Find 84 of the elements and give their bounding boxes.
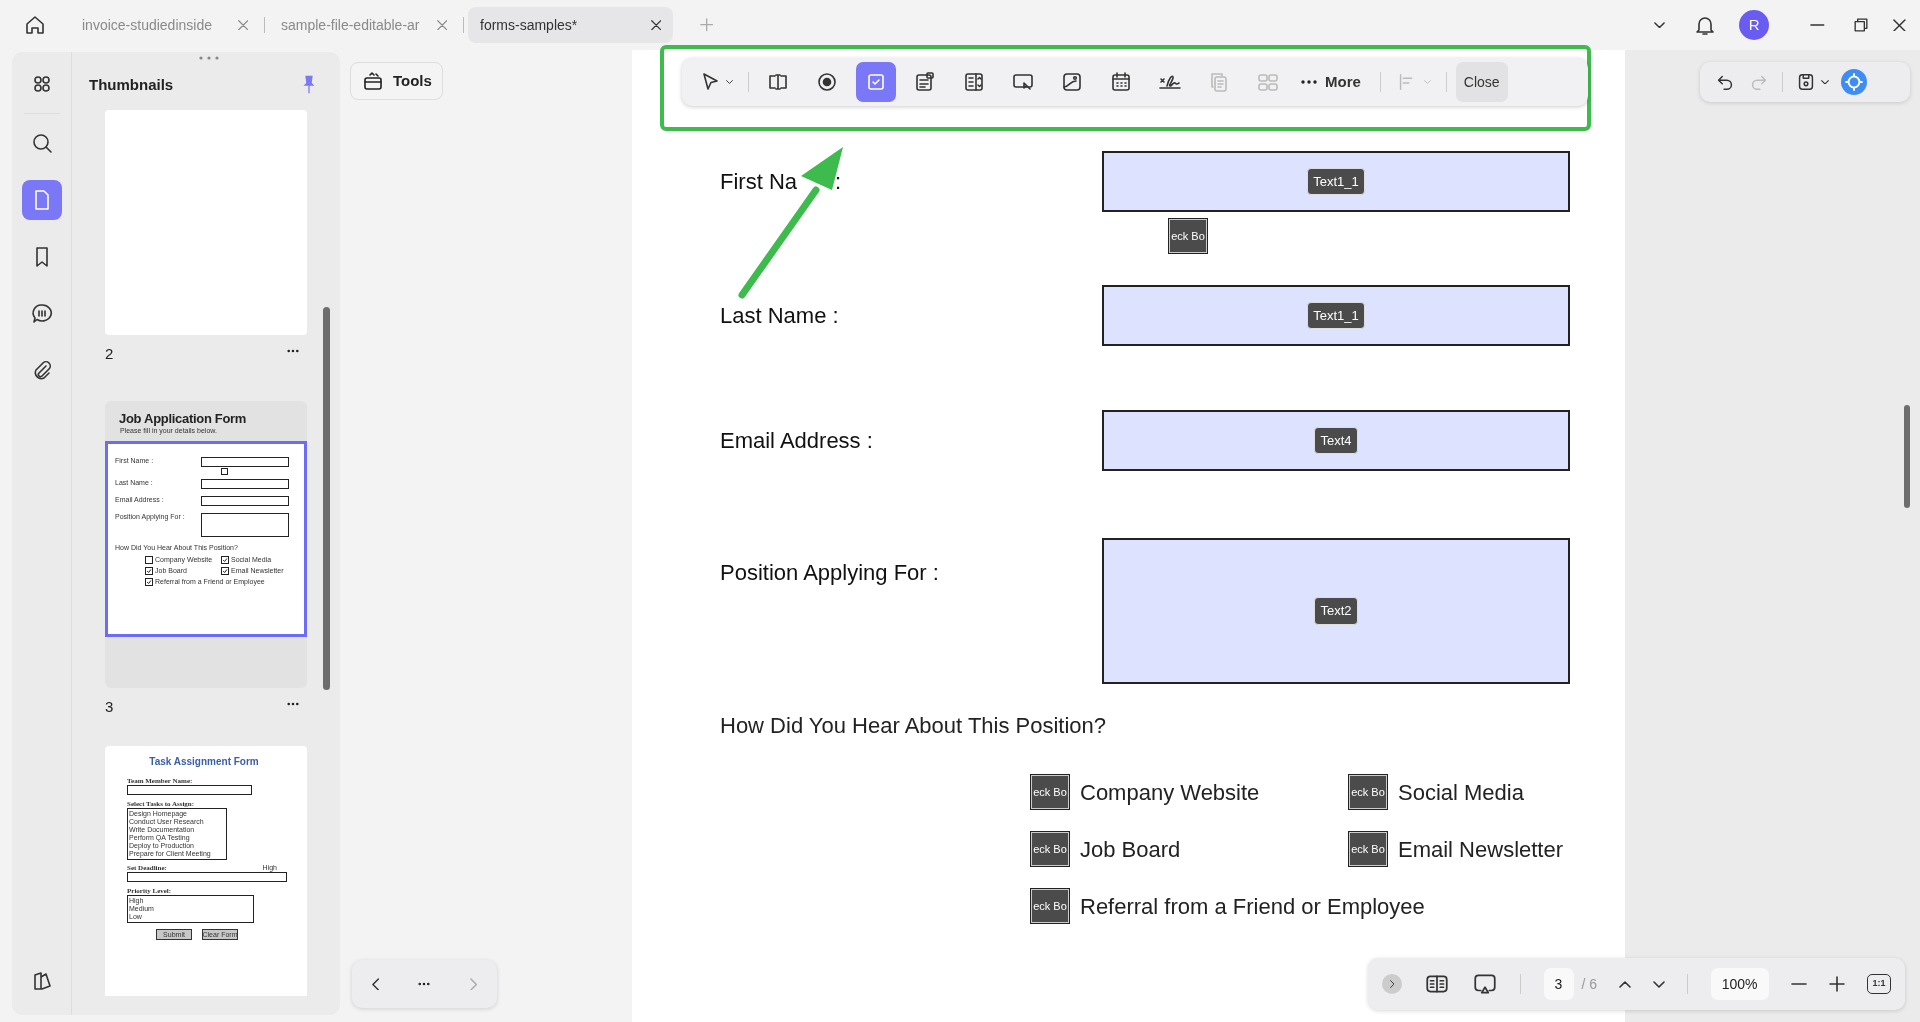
checkbox-field[interactable]: eck Bo — [1030, 831, 1070, 867]
chevron-right-icon — [1389, 979, 1395, 989]
calendar-icon — [1109, 70, 1133, 94]
present-button[interactable] — [1472, 971, 1499, 997]
next-page-button[interactable] — [1653, 980, 1666, 988]
ai-assistant-icon[interactable] — [1841, 69, 1867, 95]
list-box-icon — [962, 70, 986, 94]
tools-button[interactable]: Tools — [350, 62, 443, 100]
question-text: How Did You Hear About This Position? — [720, 712, 1108, 740]
chevron-left-icon — [371, 977, 380, 991]
page-number: 2 — [105, 344, 114, 364]
more-icon[interactable] — [418, 982, 431, 986]
page-input[interactable]: 3 — [1543, 968, 1574, 1000]
plus-icon — [1828, 976, 1845, 992]
page-thumbnail[interactable] — [105, 401, 307, 688]
save-menu-button[interactable] — [1821, 79, 1829, 85]
option-label: Referral from a Friend or Employee — [1080, 892, 1425, 921]
checkbox-field[interactable]: eck Bo — [1348, 774, 1388, 810]
checkbox — [221, 468, 228, 475]
close-icon — [650, 19, 661, 31]
page-number: 3 — [105, 697, 114, 717]
field-label: First Na — [720, 168, 797, 196]
checkbox-field[interactable]: eck Bo — [1348, 831, 1388, 867]
option-label: Job Board — [1080, 835, 1181, 864]
field-label: : — [835, 168, 842, 196]
close-button[interactable]: Close — [1455, 62, 1508, 102]
previous-button[interactable] — [371, 977, 380, 991]
field-name-tag: Text2 — [1314, 597, 1358, 625]
page-thumbnail[interactable] — [105, 746, 307, 996]
minimize-icon — [1809, 24, 1825, 26]
minus-icon — [1790, 983, 1807, 985]
checkbox-field[interactable]: eck Bo — [1030, 888, 1070, 924]
checkbox-field[interactable]: eck Bo — [1168, 218, 1208, 254]
dot-in-ring-icon — [815, 70, 839, 94]
page-total: / 6 — [1581, 974, 1598, 994]
caret-icon — [726, 79, 733, 85]
drag-handle-icon[interactable] — [199, 56, 219, 60]
option-label: Social Media — [1398, 778, 1524, 807]
chevron-right-icon — [469, 977, 478, 991]
caret-icon — [1423, 79, 1431, 85]
more-button[interactable]: More — [1297, 62, 1365, 102]
more-icon[interactable] — [287, 702, 299, 706]
field-label: Email Address : — [720, 427, 873, 455]
combo-box-icon — [913, 70, 937, 94]
chevron-down-icon — [1653, 21, 1665, 29]
close-window-button[interactable] — [1893, 18, 1906, 32]
form-title: Job Application Form — [118, 411, 248, 427]
more-icon — [1301, 80, 1317, 84]
scrollbar[interactable] — [1904, 405, 1910, 508]
actual-size-button[interactable]: 1:1 — [1866, 974, 1891, 994]
chevron-up-icon — [1619, 980, 1632, 988]
previous-page-button[interactable] — [1619, 980, 1632, 988]
presentation-icon — [1472, 971, 1499, 997]
checkbox-field[interactable]: eck Bo — [1030, 774, 1070, 810]
checkbox-tool-button[interactable] — [856, 62, 896, 102]
comment-icon — [29, 302, 54, 326]
field-name-tag: Text4 — [1314, 426, 1358, 455]
document-tab[interactable]: forms-samples* — [468, 7, 673, 43]
option-label: Email Newsletter — [1398, 835, 1564, 864]
field-name-tag: Text1_1 — [1307, 301, 1365, 330]
text-field[interactable]: Text1_1 — [1102, 151, 1570, 212]
chevron-down-icon — [1653, 980, 1666, 988]
close-icon — [1893, 18, 1906, 32]
text-field[interactable]: Text1_1 — [1102, 285, 1570, 346]
field-label: Last Name : — [720, 302, 839, 330]
scrollbar[interactable] — [323, 307, 330, 690]
field-label: Position Applying For : — [720, 559, 939, 587]
caret-icon — [1821, 79, 1829, 85]
home-icon — [23, 13, 47, 37]
close-icon — [436, 19, 447, 31]
zoom-in-button[interactable] — [1828, 976, 1845, 992]
toolbox-icon — [361, 69, 385, 93]
form-title: Task Assignment Form — [148, 755, 260, 769]
close-icon — [237, 19, 248, 31]
account-avatar[interactable]: R — [1739, 10, 1770, 40]
option-label: Company Website — [1080, 778, 1260, 807]
panel-title: Thumbnails — [88, 75, 174, 95]
text-field[interactable]: Text4 — [1102, 410, 1570, 471]
text-field[interactable]: Text2 — [1102, 538, 1570, 684]
image-icon — [1060, 70, 1084, 94]
zoom-field[interactable]: 100% — [1710, 968, 1769, 1000]
more-icon[interactable] — [287, 349, 299, 353]
field-name-tag: Text1_1 — [1307, 167, 1365, 196]
plus-icon — [700, 18, 714, 32]
